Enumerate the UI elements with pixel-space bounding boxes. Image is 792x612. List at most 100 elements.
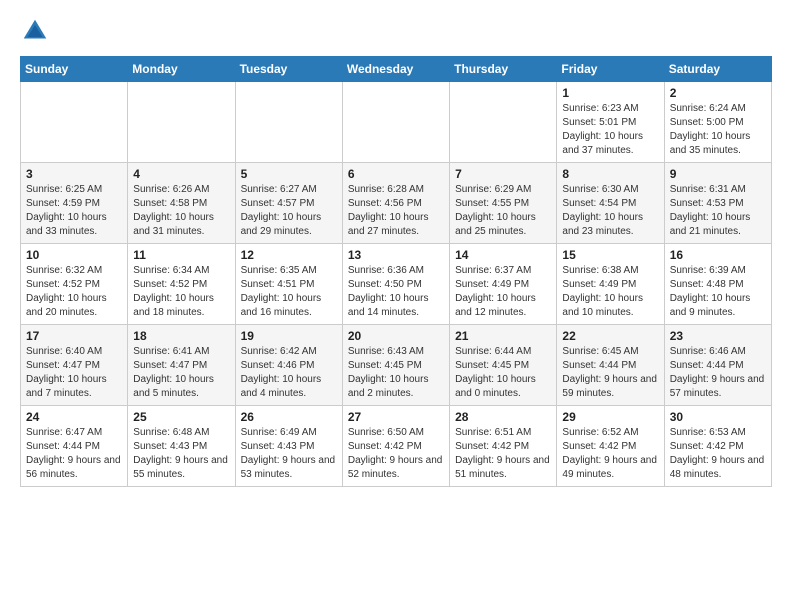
calendar-cell: 11 Sunrise: 6:34 AMSunset: 4:52 PMDayligh… xyxy=(128,244,235,325)
day-number: 23 xyxy=(670,329,766,343)
weekday-header-friday: Friday xyxy=(557,57,664,82)
day-number: 20 xyxy=(348,329,444,343)
day-info: Sunrise: 6:29 AMSunset: 4:55 PMDaylight:… xyxy=(455,183,551,239)
day-info: Sunrise: 6:37 AMSunset: 4:49 PMDaylight:… xyxy=(455,264,551,320)
day-info: Sunrise: 6:36 AMSunset: 4:50 PMDaylight:… xyxy=(348,264,444,320)
day-number: 11 xyxy=(133,248,229,262)
day-info: Sunrise: 6:40 AMSunset: 4:47 PMDaylight:… xyxy=(26,345,122,401)
day-number: 25 xyxy=(133,410,229,424)
day-info: Sunrise: 6:32 AMSunset: 4:52 PMDaylight:… xyxy=(26,264,122,320)
calendar-cell xyxy=(235,82,342,163)
calendar-cell: 28Sunrise: 6:51 AMSunset: 4:42 PMDayligh… xyxy=(450,406,557,487)
calendar-cell xyxy=(450,82,557,163)
calendar-cell: 29 Sunrise: 6:52 AMSunset: 4:42 PMDayligh… xyxy=(557,406,664,487)
day-number: 18 xyxy=(133,329,229,343)
calendar-cell: 2Sunrise: 6:24 AMSunset: 5:00 PMDaylight… xyxy=(664,82,771,163)
day-info: Sunrise: 6:44 AMSunset: 4:45 PMDaylight:… xyxy=(455,345,551,401)
day-number: 1 xyxy=(562,86,658,100)
day-number: 26 xyxy=(241,410,337,424)
calendar-cell: 24 Sunrise: 6:47 AMSunset: 4:44 PMDayligh… xyxy=(21,406,128,487)
day-number: 22 xyxy=(562,329,658,343)
calendar-cell: 7 Sunrise: 6:29 AMSunset: 4:55 PMDaylight… xyxy=(450,163,557,244)
day-number: 13 xyxy=(348,248,444,262)
calendar-cell: 30 Sunrise: 6:53 AMSunset: 4:42 PMDayligh… xyxy=(664,406,771,487)
day-number: 10 xyxy=(26,248,122,262)
day-info: Sunrise: 6:46 AMSunset: 4:44 PMDaylight:… xyxy=(670,345,766,401)
day-number: 21 xyxy=(455,329,551,343)
calendar-cell: 8Sunrise: 6:30 AMSunset: 4:54 PMDaylight… xyxy=(557,163,664,244)
day-number: 15 xyxy=(562,248,658,262)
calendar-cell: 21 Sunrise: 6:44 AMSunset: 4:45 PMDayligh… xyxy=(450,325,557,406)
calendar-cell xyxy=(342,82,449,163)
calendar-cell: 6 Sunrise: 6:28 AMSunset: 4:56 PMDaylight… xyxy=(342,163,449,244)
day-info: Sunrise: 6:43 AMSunset: 4:45 PMDaylight:… xyxy=(348,345,444,401)
logo xyxy=(20,16,54,46)
day-number: 29 xyxy=(562,410,658,424)
day-info: Sunrise: 6:26 AMSunset: 4:58 PMDaylight:… xyxy=(133,183,229,239)
day-info: Sunrise: 6:53 AMSunset: 4:42 PMDaylight:… xyxy=(670,426,766,482)
calendar-cell: 23 Sunrise: 6:46 AMSunset: 4:44 PMDayligh… xyxy=(664,325,771,406)
calendar-cell: 22 Sunrise: 6:45 AMSunset: 4:44 PMDayligh… xyxy=(557,325,664,406)
day-info: Sunrise: 6:25 AMSunset: 4:59 PMDaylight:… xyxy=(26,183,122,239)
header xyxy=(20,16,772,46)
calendar-cell: 19Sunrise: 6:42 AMSunset: 4:46 PMDayligh… xyxy=(235,325,342,406)
day-info: Sunrise: 6:51 AMSunset: 4:42 PMDaylight:… xyxy=(455,426,551,482)
calendar-cell: 4Sunrise: 6:26 AMSunset: 4:58 PMDaylight… xyxy=(128,163,235,244)
calendar-cell: 20 Sunrise: 6:43 AMSunset: 4:45 PMDayligh… xyxy=(342,325,449,406)
weekday-header-tuesday: Tuesday xyxy=(235,57,342,82)
day-number: 24 xyxy=(26,410,122,424)
calendar-cell: 5Sunrise: 6:27 AMSunset: 4:57 PMDaylight… xyxy=(235,163,342,244)
calendar-week-row: 24 Sunrise: 6:47 AMSunset: 4:44 PMDayligh… xyxy=(21,406,772,487)
calendar-week-row: 1 Sunrise: 6:23 AMSunset: 5:01 PMDaylight… xyxy=(21,82,772,163)
calendar-cell xyxy=(21,82,128,163)
day-info: Sunrise: 6:48 AMSunset: 4:43 PMDaylight:… xyxy=(133,426,229,482)
calendar-cell: 9 Sunrise: 6:31 AMSunset: 4:53 PMDaylight… xyxy=(664,163,771,244)
day-number: 3 xyxy=(26,167,122,181)
calendar-cell: 10 Sunrise: 6:32 AMSunset: 4:52 PMDayligh… xyxy=(21,244,128,325)
day-number: 27 xyxy=(348,410,444,424)
weekday-header-saturday: Saturday xyxy=(664,57,771,82)
calendar-week-row: 17 Sunrise: 6:40 AMSunset: 4:47 PMDayligh… xyxy=(21,325,772,406)
calendar-cell: 3 Sunrise: 6:25 AMSunset: 4:59 PMDaylight… xyxy=(21,163,128,244)
calendar-week-row: 10 Sunrise: 6:32 AMSunset: 4:52 PMDayligh… xyxy=(21,244,772,325)
calendar-cell: 1 Sunrise: 6:23 AMSunset: 5:01 PMDaylight… xyxy=(557,82,664,163)
day-info: Sunrise: 6:41 AMSunset: 4:47 PMDaylight:… xyxy=(133,345,229,401)
day-info: Sunrise: 6:23 AMSunset: 5:01 PMDaylight:… xyxy=(562,102,658,158)
day-info: Sunrise: 6:30 AMSunset: 4:54 PMDaylight:… xyxy=(562,183,658,239)
calendar-cell: 13 Sunrise: 6:36 AMSunset: 4:50 PMDayligh… xyxy=(342,244,449,325)
weekday-header-sunday: Sunday xyxy=(21,57,128,82)
calendar-cell: 27Sunrise: 6:50 AMSunset: 4:42 PMDayligh… xyxy=(342,406,449,487)
weekday-header-thursday: Thursday xyxy=(450,57,557,82)
day-info: Sunrise: 6:52 AMSunset: 4:42 PMDaylight:… xyxy=(562,426,658,482)
day-number: 2 xyxy=(670,86,766,100)
day-info: Sunrise: 6:49 AMSunset: 4:43 PMDaylight:… xyxy=(241,426,337,482)
day-info: Sunrise: 6:31 AMSunset: 4:53 PMDaylight:… xyxy=(670,183,766,239)
calendar-cell: 16Sunrise: 6:39 AMSunset: 4:48 PMDayligh… xyxy=(664,244,771,325)
page-container: SundayMondayTuesdayWednesdayThursdayFrid… xyxy=(0,0,792,497)
day-info: Sunrise: 6:38 AMSunset: 4:49 PMDaylight:… xyxy=(562,264,658,320)
calendar-cell: 26 Sunrise: 6:49 AMSunset: 4:43 PMDayligh… xyxy=(235,406,342,487)
calendar-cell: 14 Sunrise: 6:37 AMSunset: 4:49 PMDayligh… xyxy=(450,244,557,325)
day-number: 5 xyxy=(241,167,337,181)
day-number: 17 xyxy=(26,329,122,343)
calendar-cell: 18 Sunrise: 6:41 AMSunset: 4:47 PMDayligh… xyxy=(128,325,235,406)
day-number: 14 xyxy=(455,248,551,262)
day-info: Sunrise: 6:34 AMSunset: 4:52 PMDaylight:… xyxy=(133,264,229,320)
calendar-table: SundayMondayTuesdayWednesdayThursdayFrid… xyxy=(20,56,772,487)
day-number: 12 xyxy=(241,248,337,262)
day-info: Sunrise: 6:28 AMSunset: 4:56 PMDaylight:… xyxy=(348,183,444,239)
day-number: 30 xyxy=(670,410,766,424)
day-info: Sunrise: 6:47 AMSunset: 4:44 PMDaylight:… xyxy=(26,426,122,482)
calendar-cell xyxy=(128,82,235,163)
calendar-week-row: 3 Sunrise: 6:25 AMSunset: 4:59 PMDaylight… xyxy=(21,163,772,244)
day-number: 6 xyxy=(348,167,444,181)
day-number: 16 xyxy=(670,248,766,262)
calendar-cell: 25 Sunrise: 6:48 AMSunset: 4:43 PMDayligh… xyxy=(128,406,235,487)
day-info: Sunrise: 6:35 AMSunset: 4:51 PMDaylight:… xyxy=(241,264,337,320)
weekday-header-wednesday: Wednesday xyxy=(342,57,449,82)
weekday-header-row: SundayMondayTuesdayWednesdayThursdayFrid… xyxy=(21,57,772,82)
calendar-cell: 17 Sunrise: 6:40 AMSunset: 4:47 PMDayligh… xyxy=(21,325,128,406)
day-number: 9 xyxy=(670,167,766,181)
day-number: 7 xyxy=(455,167,551,181)
day-info: Sunrise: 6:45 AMSunset: 4:44 PMDaylight:… xyxy=(562,345,658,401)
